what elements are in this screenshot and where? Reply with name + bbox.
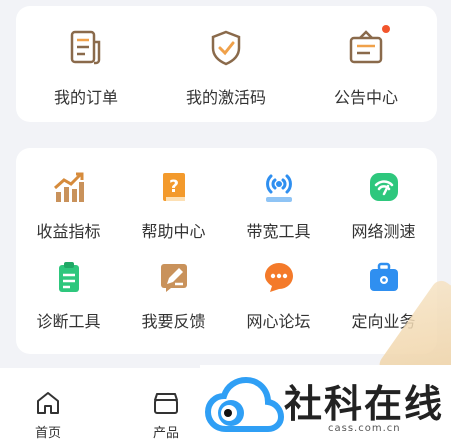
diagnostic-tool-button[interactable]: 诊断工具 — [16, 260, 121, 350]
receipt-icon — [66, 28, 106, 68]
forum-label: 网心论坛 — [246, 312, 311, 331]
forum-button[interactable]: 网心论坛 — [226, 260, 331, 350]
broadcast-tower-icon — [262, 170, 296, 204]
my-orders-button[interactable]: 我的订单 — [16, 6, 156, 122]
earnings-metrics-button[interactable]: 收益指标 — [16, 170, 121, 260]
notice-center-button[interactable]: 公告中心 — [296, 6, 436, 122]
watermark-url: cass.com.cn — [328, 423, 401, 434]
cloud-logo-icon — [204, 376, 284, 432]
quick-access-card: 我的订单 我的激活码 公告中心 — [16, 6, 437, 122]
feedback-edit-icon — [157, 260, 191, 294]
bandwidth-tool-button[interactable]: 带宽工具 — [226, 170, 331, 260]
notice-center-label: 公告中心 — [333, 88, 398, 107]
tab-home[interactable]: 首页 — [18, 390, 78, 441]
chat-bubble-icon — [262, 260, 296, 294]
diagnostic-tool-label: 诊断工具 — [36, 312, 101, 331]
earnings-metrics-label: 收益指标 — [36, 222, 101, 241]
watermark-text: 社科在线 — [284, 382, 445, 426]
tab-products-label: 产品 — [152, 426, 179, 441]
help-center-button[interactable]: ? 帮助中心 — [121, 170, 226, 260]
home-icon — [37, 392, 59, 414]
notice-board-icon — [346, 25, 390, 68]
help-book-icon: ? — [157, 170, 191, 204]
clipboard-icon — [52, 260, 86, 294]
tab-products[interactable]: 产品 — [136, 390, 196, 441]
my-orders-label: 我的订单 — [53, 88, 118, 107]
bandwidth-tool-label: 带宽工具 — [246, 222, 311, 241]
growth-chart-icon — [52, 170, 86, 204]
services-card: 收益指标 ? 帮助中心 带宽工具 网络测速 诊断工具 我要反馈 网心论坛 定向业… — [16, 148, 437, 354]
help-center-label: 帮助中心 — [141, 222, 206, 241]
shield-check-icon — [206, 28, 246, 68]
svg-text:?: ? — [169, 177, 179, 197]
feedback-label: 我要反馈 — [141, 312, 206, 331]
speed-test-button[interactable]: 网络测速 — [331, 170, 436, 260]
watermark: 社科在线 cass.com.cn — [200, 365, 451, 445]
speed-test-label: 网络测速 — [351, 222, 416, 241]
briefcase-icon — [367, 260, 401, 294]
tab-home-label: 首页 — [34, 426, 61, 441]
wifi-speed-icon — [367, 170, 401, 204]
my-activation-code-button[interactable]: 我的激活码 — [156, 6, 296, 122]
box-icon — [154, 393, 178, 414]
my-activation-code-label: 我的激活码 — [185, 88, 266, 107]
feedback-button[interactable]: 我要反馈 — [121, 260, 226, 350]
notification-dot — [382, 25, 390, 33]
